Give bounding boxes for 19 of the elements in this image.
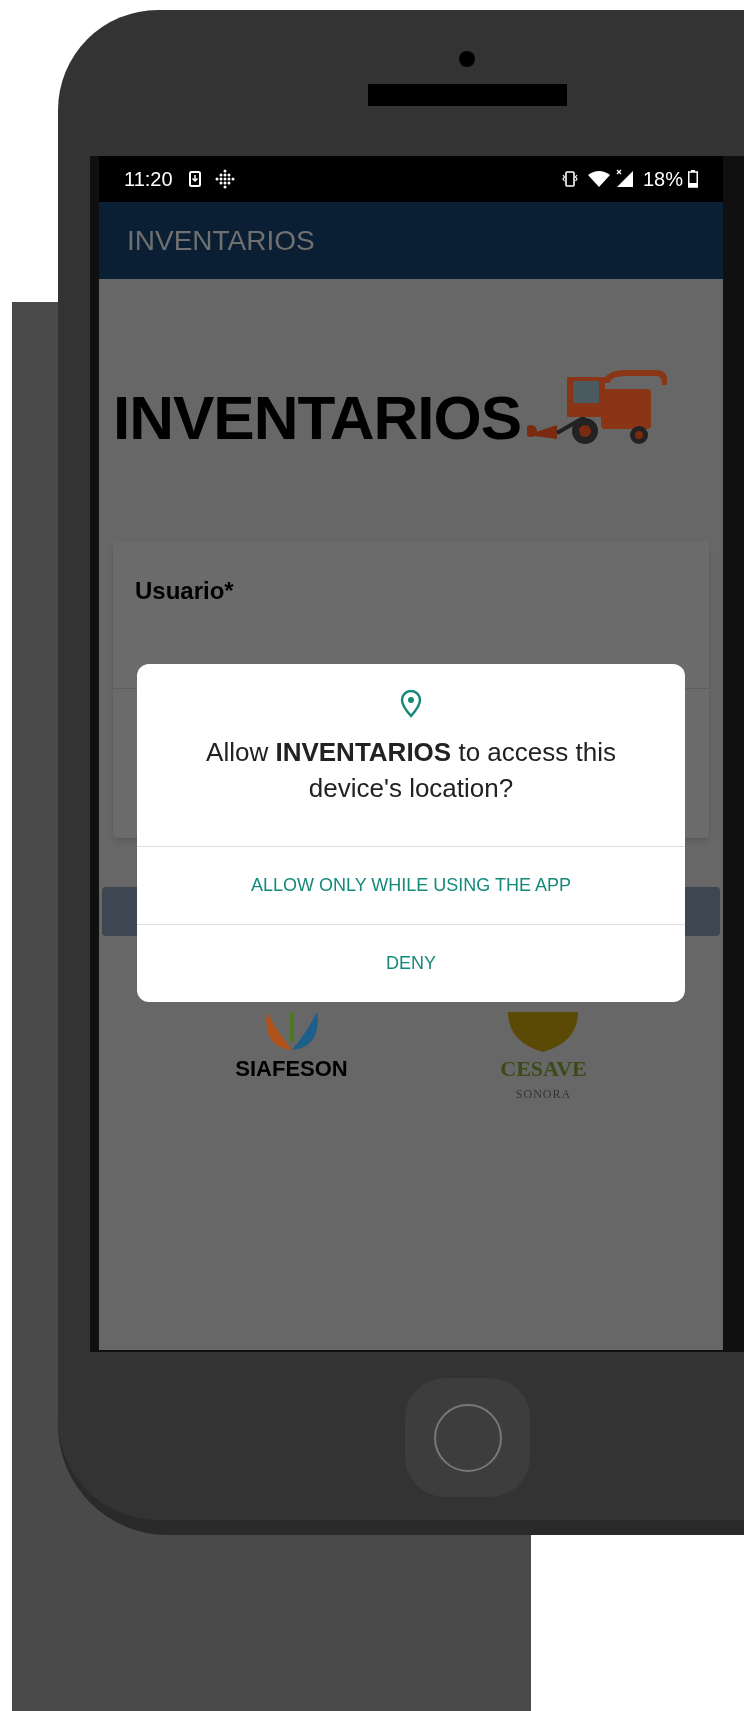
location-pin-icon bbox=[400, 690, 422, 718]
home-button[interactable] bbox=[405, 1378, 530, 1497]
partner-name: CESAVE bbox=[500, 1055, 587, 1083]
status-time: 11:20 bbox=[124, 167, 173, 192]
dialog-button[interactable]: ALLOW ONLY WHILE USING THE APP bbox=[137, 846, 685, 924]
battery-icon bbox=[688, 170, 698, 188]
battery-percent: 18% bbox=[642, 167, 683, 192]
download-icon bbox=[188, 171, 201, 187]
wifi-icon bbox=[586, 170, 611, 188]
field-label: Usuario* bbox=[135, 577, 234, 604]
dots-icon bbox=[214, 169, 235, 189]
speaker-icon bbox=[368, 84, 567, 106]
signal-icon bbox=[614, 169, 635, 189]
vibrate-icon bbox=[560, 170, 579, 188]
dialog-message: Allow INVENTARIOS to access this device's location? bbox=[205, 736, 617, 805]
partner-name: SIAFESON bbox=[235, 1055, 348, 1083]
logo-text: INVENTARIOS bbox=[113, 387, 522, 449]
app-title: INVENTARIOS bbox=[127, 223, 315, 258]
dialog-button[interactable]: DENY bbox=[137, 924, 685, 1002]
